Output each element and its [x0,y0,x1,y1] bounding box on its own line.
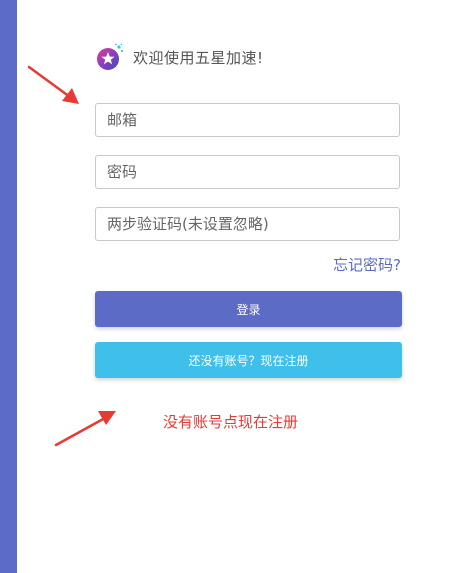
login-page: 欢迎使用五星加速! 忘记密码? 登录 还没有账号？现在注册 没有账号点现在注册 [0,0,476,573]
forgot-password-link[interactable]: 忘记密码? [333,254,401,275]
welcome-text: 欢迎使用五星加速! [133,48,264,67]
email-field[interactable] [95,103,400,137]
password-field[interactable] [95,155,400,189]
left-sidebar-bar [0,0,17,573]
two-factor-code-field[interactable] [95,207,400,241]
arrow-top-shaft [27,65,72,99]
arrow-top-head [62,88,79,104]
arrow-bottom-head [98,411,116,425]
arrow-bottom-shaft [54,416,107,447]
register-button[interactable]: 还没有账号？现在注册 [95,342,402,378]
welcome-header: 欢迎使用五星加速! [95,40,264,74]
star-rocket-logo-icon [97,43,124,70]
red-arrow-icon [27,65,116,447]
annotation-text: 没有账号点现在注册 [163,413,299,431]
login-button[interactable]: 登录 [95,291,402,327]
